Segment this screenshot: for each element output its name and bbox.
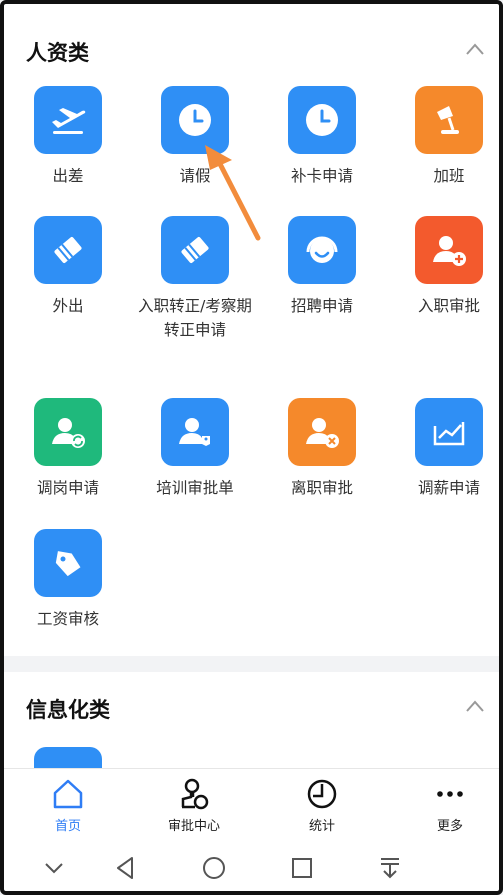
section-title-info: 信息化类	[26, 698, 110, 722]
tile-label: 工资审核	[36, 610, 99, 628]
chevron-up-icon[interactable]	[465, 699, 485, 713]
eraser-icon	[161, 216, 229, 284]
home-circle-icon[interactable]	[200, 854, 228, 882]
tile-label: 培训审批单	[156, 479, 234, 497]
tab-statistics[interactable]: 统计	[272, 777, 372, 834]
user-tag-icon	[161, 398, 229, 466]
chevron-up-icon[interactable]	[465, 42, 485, 56]
clock-icon	[288, 86, 356, 154]
tile-label: 调薪申请	[417, 479, 480, 497]
pie-chart-icon	[307, 779, 337, 809]
tile-label: 入职转正/考察期转正申请	[138, 297, 252, 339]
section-info: 信息化类	[4, 672, 499, 772]
tile-payroll-review[interactable]: 工资审核	[6, 529, 130, 631]
tile-overtime[interactable]: 加班	[387, 86, 503, 188]
user-add-icon	[415, 216, 483, 284]
tile-label: 出差	[52, 167, 84, 185]
tab-approval-center[interactable]: 审批中心	[144, 777, 244, 834]
recents-square-icon[interactable]	[288, 854, 316, 882]
section-hr: 人资类 出差 请假 补卡申请 加班 外出 入职转正/考察期转正申请 招聘申请 入…	[4, 4, 499, 656]
tile-label: 调岗申请	[36, 479, 99, 497]
tile-clock-in-request[interactable]: 补卡申请	[260, 86, 384, 188]
more-dots-icon	[437, 791, 463, 797]
tile-label: 入职审批	[417, 297, 480, 315]
headset-smile-icon	[288, 216, 356, 284]
user-sync-icon	[34, 398, 102, 466]
tile-label: 加班	[433, 167, 465, 185]
tile-training-approval[interactable]: 培训审批单	[133, 398, 257, 500]
tab-home[interactable]: 首页	[18, 777, 118, 834]
section-title-hr: 人资类	[26, 41, 89, 65]
back-triangle-icon[interactable]	[112, 854, 140, 882]
tile-onboarding-approval[interactable]: 入职审批	[387, 216, 503, 318]
tab-label: 审批中心	[167, 819, 220, 834]
trend-chart-icon	[415, 398, 483, 466]
tile-going-out[interactable]: 外出	[6, 216, 130, 318]
tab-more[interactable]: 更多	[400, 777, 500, 834]
user-remove-icon	[288, 398, 356, 466]
tab-label: 首页	[54, 819, 81, 834]
chevron-down-icon[interactable]	[40, 854, 68, 882]
tile-label: 外出	[52, 297, 84, 315]
eraser-icon	[34, 216, 102, 284]
clock-icon	[161, 86, 229, 154]
bottom-tab-bar: 首页 审批中心 统计 更多	[4, 768, 499, 844]
tile-business-trip[interactable]: 出差	[6, 86, 130, 188]
tile-onboarding-regularization[interactable]: 入职转正/考察期转正申请	[133, 216, 257, 342]
tile-transfer-request[interactable]: 调岗申请	[6, 398, 130, 500]
tile-leave[interactable]: 请假	[133, 86, 257, 188]
desk-lamp-icon	[415, 86, 483, 154]
tile-label: 招聘申请	[290, 297, 353, 315]
home-icon	[53, 779, 83, 809]
price-tag-icon	[34, 529, 102, 597]
notification-pull-down-icon[interactable]	[376, 854, 404, 882]
tab-label: 更多	[436, 819, 463, 834]
tile-resignation-approval[interactable]: 离职审批	[260, 398, 384, 500]
tile-recruitment-request[interactable]: 招聘申请	[260, 216, 384, 318]
airplane-departure-icon	[34, 86, 102, 154]
approval-center-icon	[181, 778, 209, 810]
tile-salary-adjustment[interactable]: 调薪申请	[387, 398, 503, 500]
tile-label: 请假	[179, 167, 211, 185]
tab-label: 统计	[308, 819, 335, 834]
tile-label: 离职审批	[290, 479, 353, 497]
tile-label: 补卡申请	[290, 167, 353, 185]
system-nav-bar	[4, 844, 499, 891]
